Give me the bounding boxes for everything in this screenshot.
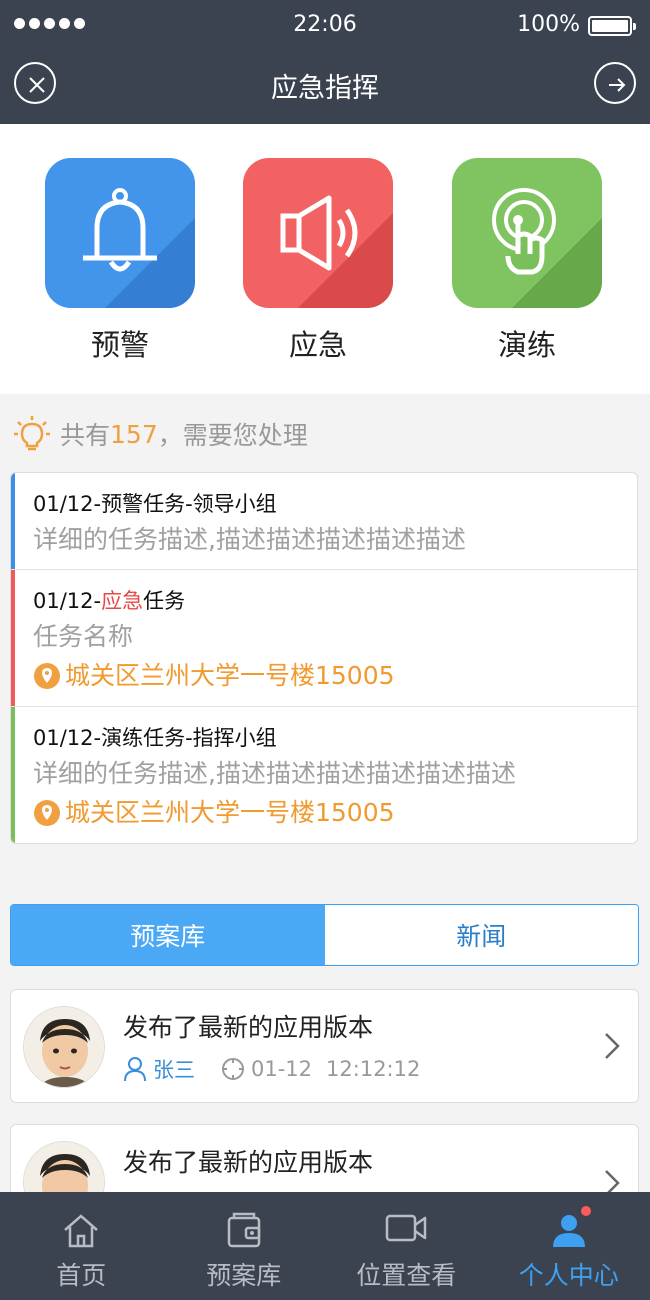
chevron-right-icon bbox=[605, 1033, 620, 1059]
task-item[interactable]: 01/12-预警任务-领导小组 详细的任务描述,描述描述描述描述描述 bbox=[11, 473, 637, 570]
wallet-icon bbox=[227, 1212, 260, 1248]
content-tabs: 预案库 新闻 bbox=[10, 904, 639, 966]
user-icon bbox=[124, 1057, 146, 1082]
task-title: 01/12-演练任务-指挥小组 bbox=[33, 726, 277, 750]
video-camera-icon bbox=[386, 1214, 427, 1242]
category-warning-label: 预警 bbox=[90, 328, 149, 362]
news-title: 发布了最新的应用版本 bbox=[123, 1013, 374, 1042]
status-bar: 22:06 100% bbox=[0, 10, 650, 44]
news-title: 发布了最新的应用版本 bbox=[123, 1148, 374, 1177]
task-item[interactable]: 01/12-应急任务 任务名称 城关区兰州大学一号楼15005 bbox=[11, 570, 637, 707]
category-emergency-tile[interactable] bbox=[243, 158, 393, 308]
category-panel: 预警 应急 演练 bbox=[0, 124, 650, 394]
category-warning[interactable]: 预警 bbox=[45, 158, 195, 364]
home-icon bbox=[64, 1214, 99, 1248]
category-drill-label: 演练 bbox=[497, 328, 556, 362]
task-title-suffix: 任务 bbox=[143, 589, 186, 613]
location-pin-icon bbox=[34, 800, 60, 826]
bell-icon bbox=[45, 158, 195, 308]
lightbulb-icon bbox=[14, 416, 50, 451]
nav-plan-library[interactable]: 预案库 bbox=[163, 1192, 326, 1300]
speaker-icon bbox=[243, 158, 393, 308]
task-item[interactable]: 01/12-演练任务-指挥小组 详细的任务描述,描述描述描述描述描述描述 城关区… bbox=[11, 707, 637, 843]
arrow-right-icon bbox=[609, 78, 626, 92]
task-title: 01/12-应急任务 bbox=[33, 584, 625, 618]
location-pin-icon bbox=[34, 663, 60, 689]
nav-plan-library-label: 预案库 bbox=[206, 1261, 282, 1290]
category-drill-tile[interactable] bbox=[452, 158, 602, 308]
news-author[interactable]: 张三 bbox=[153, 1054, 195, 1084]
task-location[interactable]: 城关区兰州大学一号楼15005 bbox=[33, 793, 625, 833]
notice-suffix: ，需要您处理 bbox=[157, 421, 308, 450]
task-description: 任务名称 bbox=[33, 622, 134, 651]
tab-plan-library[interactable]: 预案库 bbox=[11, 905, 325, 965]
task-list: 01/12-预警任务-领导小组 详细的任务描述,描述描述描述描述描述 01/12… bbox=[10, 472, 638, 844]
nav-profile[interactable]: 个人中心 bbox=[488, 1192, 650, 1300]
task-type-bar bbox=[11, 473, 15, 569]
task-title: 01/12-预警任务-领导小组 bbox=[33, 492, 277, 516]
pending-notice: 共有 157 ，需要您处理 bbox=[12, 414, 308, 454]
nav-home-label: 首页 bbox=[56, 1261, 107, 1290]
child-avatar-icon bbox=[24, 1007, 104, 1087]
tab-news[interactable]: 新闻 bbox=[324, 905, 638, 965]
category-drill[interactable]: 演练 bbox=[452, 158, 602, 364]
news-date: 01-12 bbox=[251, 1057, 313, 1081]
task-location-text: 城关区兰州大学一号楼15005 bbox=[65, 798, 395, 827]
bottom-navigation: 首页 预案库 位置查看 个人中心 bbox=[0, 1192, 650, 1300]
notice-count: 157 bbox=[110, 419, 158, 449]
news-meta: 张三 01-12 12:12:12 bbox=[123, 1054, 420, 1084]
task-title-date: 01/12- bbox=[33, 589, 102, 613]
tap-hand-icon bbox=[452, 158, 602, 308]
avatar bbox=[23, 1006, 105, 1088]
nav-location[interactable]: 位置查看 bbox=[325, 1192, 488, 1300]
category-warning-tile[interactable] bbox=[45, 158, 195, 308]
notice-prefix: 共有 bbox=[60, 421, 111, 450]
battery-percent: 100% bbox=[517, 12, 580, 37]
category-emergency-label: 应急 bbox=[288, 328, 347, 362]
task-type-bar bbox=[11, 570, 15, 706]
forward-button[interactable] bbox=[594, 62, 636, 104]
task-title-highlight: 应急 bbox=[101, 589, 144, 613]
task-type-bar bbox=[11, 707, 15, 843]
task-location[interactable]: 城关区兰州大学一号楼15005 bbox=[33, 656, 625, 696]
clock-icon bbox=[222, 1058, 244, 1080]
task-description: 详细的任务描述,描述描述描述描述描述 bbox=[33, 525, 466, 554]
nav-home[interactable]: 首页 bbox=[0, 1192, 163, 1300]
nav-profile-label: 个人中心 bbox=[518, 1261, 619, 1290]
notification-dot bbox=[580, 1206, 591, 1216]
battery-icon bbox=[588, 16, 636, 36]
user-icon bbox=[552, 1215, 585, 1247]
top-bar: 22:06 100% 应急指挥 bbox=[0, 0, 650, 124]
news-time: 12:12:12 bbox=[326, 1057, 421, 1081]
category-emergency[interactable]: 应急 bbox=[243, 158, 393, 364]
page-title: 应急指挥 bbox=[271, 73, 379, 104]
news-item[interactable]: 发布了最新的应用版本 张三 01-12 12:12:12 bbox=[10, 989, 639, 1103]
task-location-text: 城关区兰州大学一号楼15005 bbox=[65, 661, 395, 690]
task-description: 详细的任务描述,描述描述描述描述描述描述 bbox=[33, 759, 516, 788]
nav-location-label: 位置查看 bbox=[356, 1261, 457, 1290]
